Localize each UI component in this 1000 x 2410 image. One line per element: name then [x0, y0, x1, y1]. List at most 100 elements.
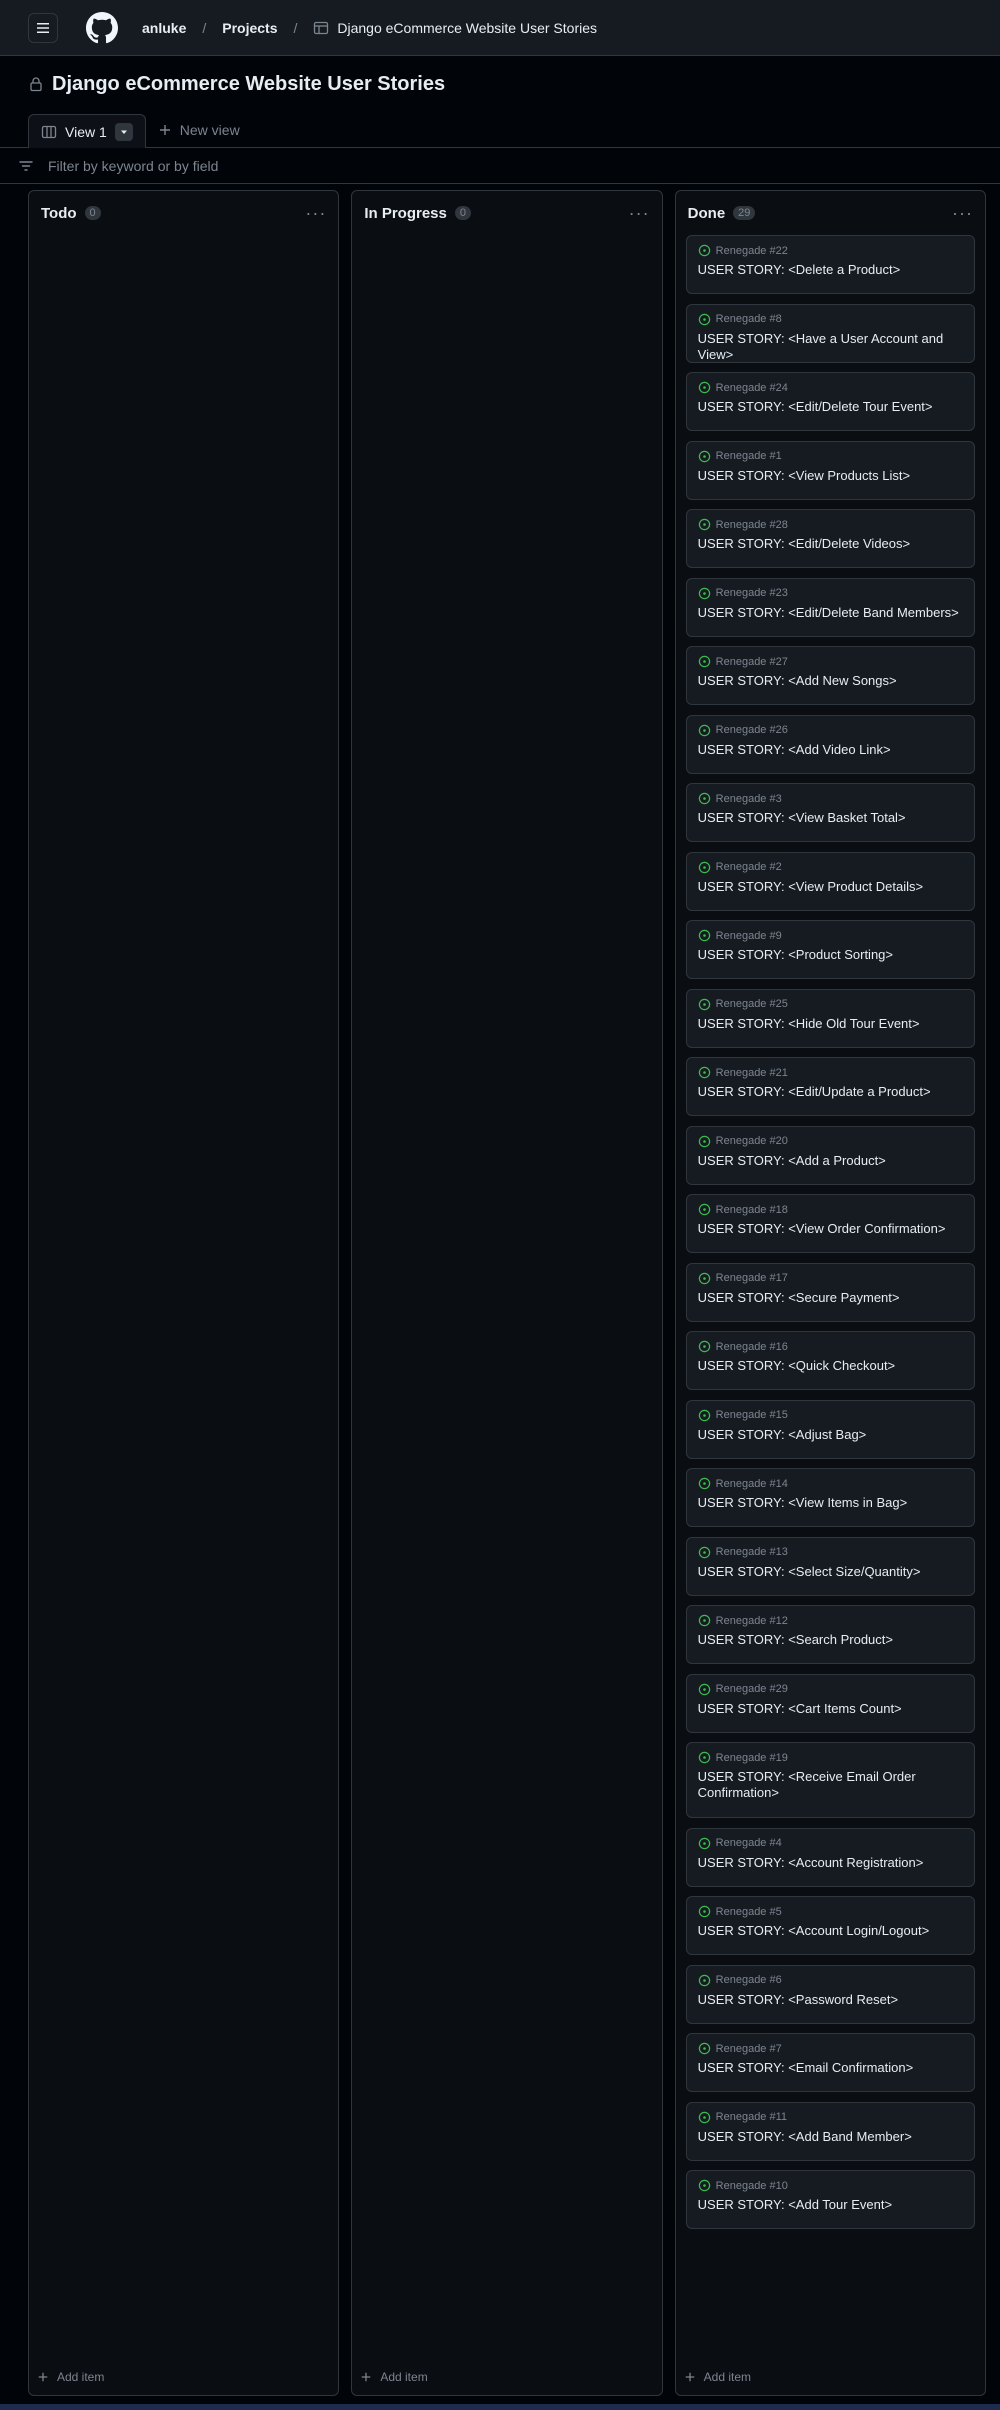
card-ref[interactable]: Renegade #4: [716, 1837, 782, 1849]
board-card[interactable]: Renegade #4 USER STORY: <Account Registra…: [685, 1827, 975, 1887]
card-ref[interactable]: Renegade #15: [716, 1409, 788, 1421]
board-card[interactable]: Renegade #5 USER STORY: <Account Login/Lo…: [685, 1896, 975, 1955]
kebab-horizontal-icon[interactable]: ···: [305, 204, 326, 222]
card-title[interactable]: USER STORY: <Add a Product>: [698, 1153, 963, 1169]
card-ref[interactable]: Renegade #18: [716, 1204, 788, 1216]
board-card[interactable]: Renegade #13 USER STORY: <Select Size/Qua…: [685, 1536, 975, 1596]
card-ref[interactable]: Renegade #29: [716, 1683, 788, 1695]
card-title[interactable]: USER STORY: <Add Video Link>: [698, 742, 963, 758]
card-ref[interactable]: Renegade #3: [716, 793, 782, 805]
board-card[interactable]: Renegade #7 USER STORY: <Email Confirmati…: [685, 2033, 975, 2092]
card-title[interactable]: USER STORY: <Product Sorting>: [698, 947, 963, 963]
tab-view-1[interactable]: View 1: [28, 114, 146, 148]
board-card[interactable]: Renegade #8 USER STORY: <Have a User Acco…: [685, 303, 975, 363]
card-ref[interactable]: Renegade #19: [716, 1752, 788, 1764]
board-card[interactable]: Renegade #25 USER STORY: <Hide Old Tour E…: [685, 988, 975, 1048]
board-card[interactable]: Renegade #24 USER STORY: <Edit/Delete Tou…: [685, 372, 975, 431]
card-title[interactable]: USER STORY: <Quick Checkout>: [698, 1358, 963, 1374]
card-title[interactable]: USER STORY: <View Items in Bag>: [698, 1495, 963, 1511]
card-title[interactable]: USER STORY: <View Product Details>: [698, 879, 963, 895]
breadcrumb-user[interactable]: anluke: [142, 20, 186, 36]
card-title[interactable]: USER STORY: <Hide Old Tour Event>: [698, 1016, 963, 1032]
board-card[interactable]: Renegade #15 USER STORY: <Adjust Bag>: [685, 1399, 975, 1459]
card-ref[interactable]: Renegade #23: [716, 587, 788, 599]
board-card[interactable]: Renegade #22 USER STORY: <Delete a Produc…: [685, 235, 975, 294]
card-title[interactable]: USER STORY: <View Order Confirmation>: [698, 1221, 963, 1237]
menu-button[interactable]: [28, 12, 58, 43]
filter-bar[interactable]: Filter by keyword or by field: [0, 148, 1000, 184]
card-title[interactable]: USER STORY: <Add Band Member>: [698, 2129, 963, 2145]
board-card[interactable]: Renegade #28 USER STORY: <Edit/Delete Vid…: [685, 509, 975, 568]
board-card[interactable]: Renegade #11 USER STORY: <Add Band Member…: [685, 2101, 975, 2161]
card-title[interactable]: USER STORY: <Edit/Update a Product>: [698, 1084, 963, 1100]
card-ref[interactable]: Renegade #7: [716, 2043, 782, 2055]
card-ref[interactable]: Renegade #24: [716, 382, 788, 394]
card-ref[interactable]: Renegade #16: [716, 1341, 788, 1353]
board-card[interactable]: Renegade #21 USER STORY: <Edit/Update a P…: [685, 1057, 975, 1116]
card-ref[interactable]: Renegade #28: [716, 519, 788, 531]
card-ref[interactable]: Renegade #6: [716, 1974, 782, 1986]
card-title[interactable]: USER STORY: <Edit/Delete Videos>: [698, 536, 963, 552]
board-card[interactable]: Renegade #16 USER STORY: <Quick Checkout>: [685, 1331, 975, 1390]
card-title[interactable]: USER STORY: <Select Size/Quantity>: [698, 1564, 963, 1580]
card-title[interactable]: USER STORY: <Edit/Delete Band Members>: [698, 605, 963, 621]
board-card[interactable]: Renegade #26 USER STORY: <Add Video Link>: [685, 714, 975, 774]
filter-input[interactable]: Filter by keyword or by field: [48, 158, 218, 174]
card-ref[interactable]: Renegade #13: [716, 1546, 788, 1558]
card-title[interactable]: USER STORY: <Add Tour Event>: [698, 2197, 963, 2213]
card-ref[interactable]: Renegade #8: [716, 313, 782, 325]
kebab-horizontal-icon[interactable]: ···: [952, 204, 973, 222]
add-item-button[interactable]: Add item: [360, 2367, 428, 2387]
breadcrumb-project[interactable]: Django eCommerce Website User Stories: [313, 20, 597, 36]
card-ref[interactable]: Renegade #22: [716, 245, 788, 257]
card-title[interactable]: USER STORY: <Secure Payment>: [698, 1290, 963, 1306]
card-ref[interactable]: Renegade #5: [716, 1906, 782, 1918]
github-logo-icon[interactable]: [86, 11, 118, 44]
card-title[interactable]: USER STORY: <Cart Items Count>: [698, 1701, 963, 1717]
card-title[interactable]: USER STORY: <View Basket Total>: [698, 810, 963, 826]
card-ref[interactable]: Renegade #9: [716, 930, 782, 942]
card-ref[interactable]: Renegade #20: [716, 1135, 788, 1147]
card-ref[interactable]: Renegade #14: [716, 1478, 788, 1490]
breadcrumb-projects[interactable]: Projects: [222, 20, 277, 36]
board-card[interactable]: Renegade #9 USER STORY: <Product Sorting>: [685, 920, 975, 979]
board-card[interactable]: Renegade #27 USER STORY: <Add New Songs>: [685, 646, 975, 705]
card-title[interactable]: USER STORY: <Account Registration>: [698, 1855, 963, 1871]
card-title[interactable]: USER STORY: <Add New Songs>: [698, 673, 963, 689]
card-ref[interactable]: Renegade #11: [716, 2111, 787, 2123]
card-ref[interactable]: Renegade #1: [716, 450, 782, 462]
board-card[interactable]: Renegade #19 USER STORY: <Receive Email O…: [685, 1742, 975, 1818]
card-title[interactable]: USER STORY: <Receive Email Order Confirm…: [698, 1769, 963, 1801]
board-card[interactable]: Renegade #1 USER STORY: <View Products Li…: [685, 440, 975, 500]
board-card[interactable]: Renegade #18 USER STORY: <View Order Conf…: [685, 1194, 975, 1253]
card-ref[interactable]: Renegade #2: [716, 861, 782, 873]
card-title[interactable]: USER STORY: <Email Confirmation>: [698, 2060, 963, 2076]
card-title[interactable]: USER STORY: <Have a User Account and Vie…: [698, 331, 963, 363]
card-title[interactable]: USER STORY: <Account Login/Logout>: [698, 1923, 963, 1939]
card-ref[interactable]: Renegade #27: [716, 656, 788, 668]
board-card[interactable]: Renegade #12 USER STORY: <Search Product>: [685, 1605, 975, 1664]
kebab-horizontal-icon[interactable]: ···: [629, 204, 650, 222]
card-ref[interactable]: Renegade #26: [716, 724, 788, 736]
add-item-button[interactable]: Add item: [37, 2367, 104, 2387]
card-title[interactable]: USER STORY: <Delete a Product>: [698, 262, 963, 278]
board-card[interactable]: Renegade #20 USER STORY: <Add a Product>: [685, 1125, 975, 1185]
card-ref[interactable]: Renegade #10: [716, 2180, 788, 2192]
card-title[interactable]: USER STORY: <Adjust Bag>: [698, 1427, 963, 1443]
view-options-button[interactable]: [114, 122, 133, 141]
card-title[interactable]: USER STORY: <Edit/Delete Tour Event>: [698, 399, 963, 415]
board-card[interactable]: Renegade #10 USER STORY: <Add Tour Event>: [685, 2170, 975, 2229]
board-card[interactable]: Renegade #14 USER STORY: <View Items in B…: [685, 1468, 975, 1527]
board-card[interactable]: Renegade #23 USER STORY: <Edit/Delete Ban…: [685, 577, 975, 637]
board-card[interactable]: Renegade #17 USER STORY: <Secure Payment>: [685, 1262, 975, 1322]
card-ref[interactable]: Renegade #17: [716, 1272, 788, 1284]
board-card[interactable]: Renegade #3 USER STORY: <View Basket Tota…: [685, 783, 975, 842]
add-item-button[interactable]: Add item: [684, 2367, 751, 2387]
card-title[interactable]: USER STORY: <Password Reset>: [698, 1992, 963, 2008]
card-title[interactable]: USER STORY: <View Products List>: [698, 468, 963, 484]
board-card[interactable]: Renegade #29 USER STORY: <Cart Items Coun…: [685, 1673, 975, 1733]
card-title[interactable]: USER STORY: <Search Product>: [698, 1632, 963, 1648]
board-card[interactable]: Renegade #2 USER STORY: <View Product Det…: [685, 851, 975, 911]
new-view-button[interactable]: New view: [158, 113, 240, 147]
card-ref[interactable]: Renegade #21: [716, 1067, 788, 1079]
